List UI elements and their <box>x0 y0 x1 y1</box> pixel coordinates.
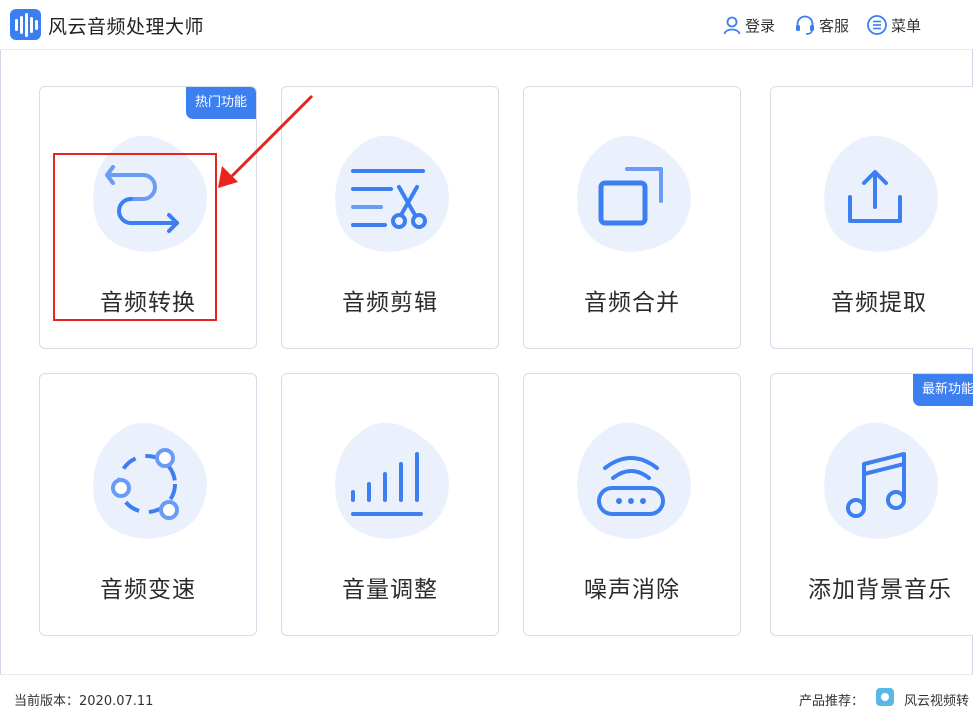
recommend-label: 产品推荐： <box>799 694 865 709</box>
annotation-arrow-icon <box>218 94 314 188</box>
video-converter-icon[interactable] <box>876 688 894 706</box>
status-bar: 当前版本：2020.07.11 产品推荐： 风云视频转 <box>0 674 973 721</box>
recommend-product-link[interactable]: 风云视频转 <box>904 690 969 709</box>
version-text: 当前版本：2020.07.11 <box>14 694 154 709</box>
